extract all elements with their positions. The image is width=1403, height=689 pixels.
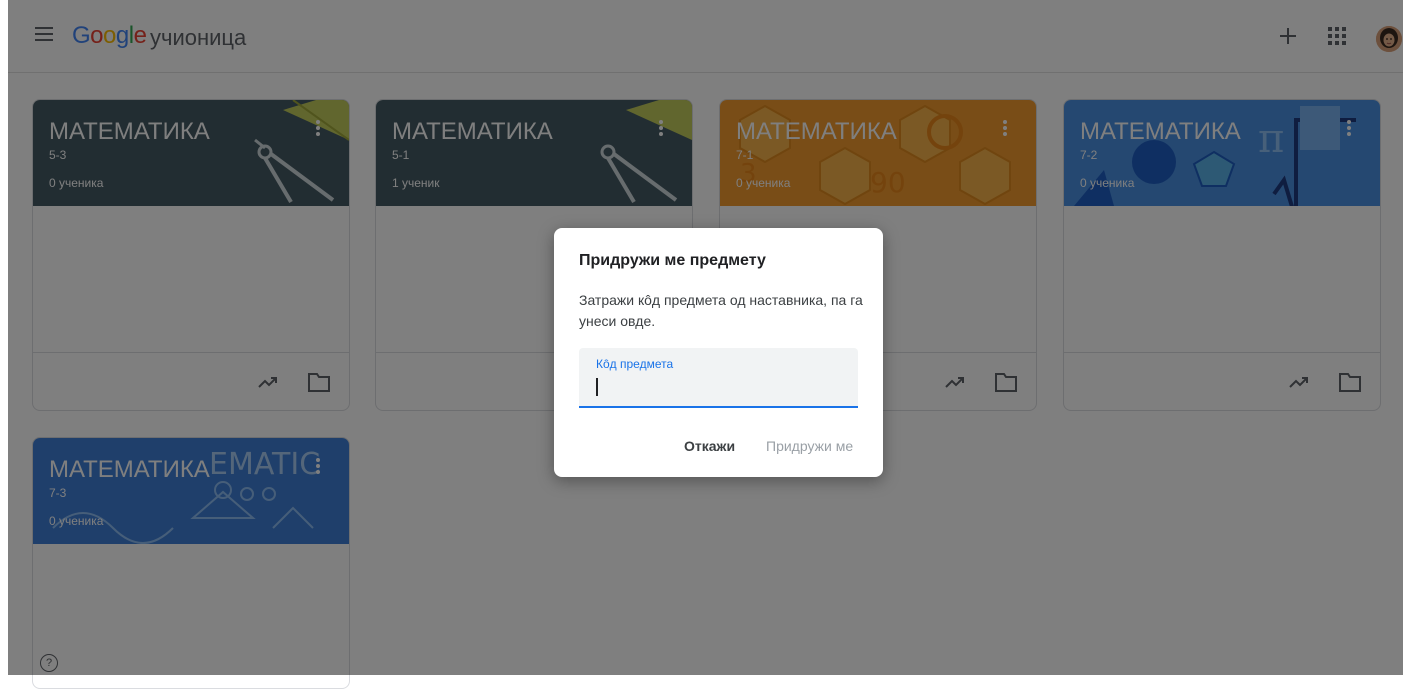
class-code-input[interactable] [595,374,849,400]
dialog-description: Затражи кôд предмета од наставника, па г… [579,292,863,329]
class-code-field[interactable]: Кôд предмета [579,348,858,408]
text-caret [596,378,598,396]
dialog-title: Придружи ме предмету [579,252,766,269]
join-button[interactable]: Придружи ме [766,438,853,454]
class-code-label: Кôд предмета [596,357,674,371]
cancel-button[interactable]: Откажи [684,438,735,454]
join-class-dialog: Придружи ме предмету Затражи кôд предмет… [554,228,883,477]
